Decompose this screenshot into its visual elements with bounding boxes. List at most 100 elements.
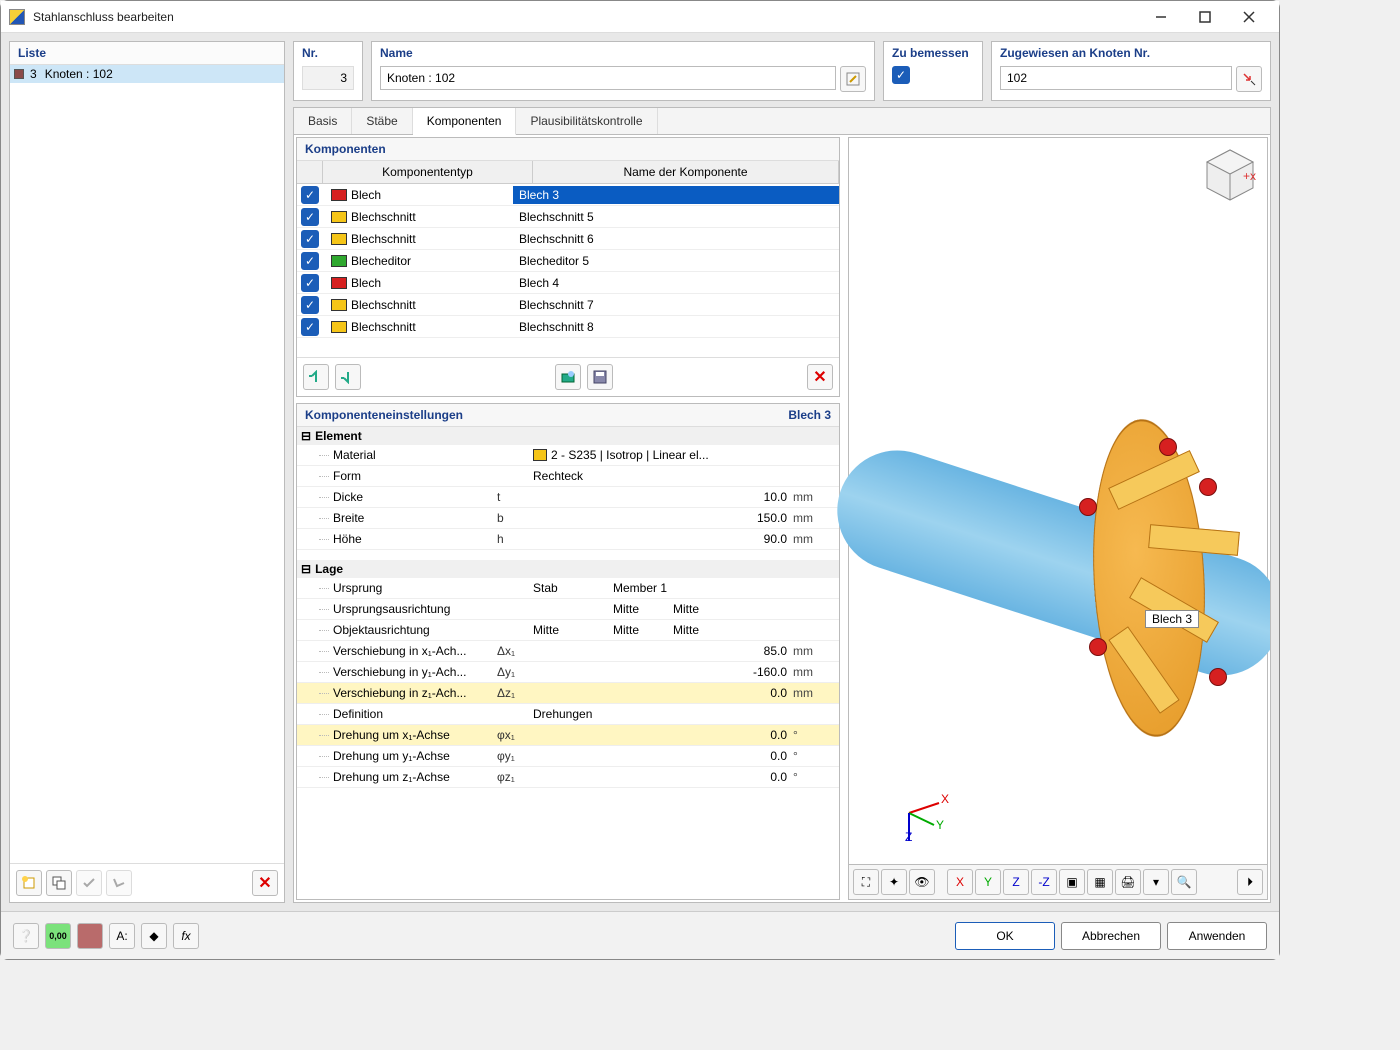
vp-view-x-button[interactable]: X: [947, 869, 973, 895]
bemessen-label: Zu bemessen: [892, 46, 969, 60]
delete-component-button[interactable]: ✕: [807, 364, 833, 390]
nr-label: Nr.: [302, 46, 354, 60]
color-button[interactable]: [77, 923, 103, 949]
vp-iso-button[interactable]: ▣: [1059, 869, 1085, 895]
form-value[interactable]: Rechteck: [531, 469, 793, 483]
dicke-value[interactable]: 10.0: [531, 490, 793, 504]
table-row[interactable]: ✓BlechschnittBlechschnitt 7: [297, 294, 839, 316]
cancel-button[interactable]: Abbrechen: [1061, 922, 1161, 950]
save-preset-button[interactable]: [587, 364, 613, 390]
name-input[interactable]: [380, 66, 836, 90]
ok-button[interactable]: OK: [955, 922, 1055, 950]
komponenten-table[interactable]: ✓BlechBlech 3✓BlechschnittBlechschnitt 5…: [297, 184, 839, 357]
ry-value[interactable]: 0.0: [531, 749, 793, 763]
svg-text:X: X: [941, 792, 949, 806]
list-item-swatch: [14, 69, 24, 79]
row-type: Blech: [351, 188, 381, 202]
formula-button[interactable]: fx: [173, 923, 199, 949]
vp-view-negz-button[interactable]: -Z: [1031, 869, 1057, 895]
collapse-icon[interactable]: ⊟: [301, 562, 311, 576]
bemessen-checkbox[interactable]: ✓: [892, 66, 910, 84]
move-up-button[interactable]: [303, 364, 329, 390]
tab-komponenten[interactable]: Komponenten: [413, 108, 517, 135]
row-checkbox[interactable]: ✓: [301, 274, 319, 292]
row-color-swatch: [331, 277, 347, 289]
col-name: Name der Komponente: [533, 161, 839, 183]
check-all-button[interactable]: [76, 870, 102, 896]
vp-view-z-button[interactable]: Z: [1003, 869, 1029, 895]
row-checkbox[interactable]: ✓: [301, 318, 319, 336]
row-checkbox[interactable]: ✓: [301, 208, 319, 226]
font-button[interactable]: A:: [109, 923, 135, 949]
def-value[interactable]: Drehungen: [531, 707, 793, 721]
vx-value[interactable]: 85.0: [531, 644, 793, 658]
row-checkbox[interactable]: ✓: [301, 186, 319, 204]
assigned-input[interactable]: [1000, 66, 1232, 90]
copy-item-button[interactable]: [46, 870, 72, 896]
vp-wire-button[interactable]: ▦: [1087, 869, 1113, 895]
help-button[interactable]: ❔: [13, 923, 39, 949]
rz-value[interactable]: 0.0: [531, 770, 793, 784]
vp-print-button[interactable]: 🖨: [1115, 869, 1141, 895]
tab-basis[interactable]: Basis: [294, 108, 352, 134]
table-row[interactable]: ✓BlechBlech 3: [297, 184, 839, 206]
material-value[interactable]: 2 - S235 | Isotrop | Linear el...: [531, 448, 793, 462]
settings-body[interactable]: ⊟Element Material2 - S235 | Isotrop | Li…: [297, 427, 839, 899]
list-item[interactable]: 3 Knoten : 102: [10, 65, 284, 83]
vp-search-button[interactable]: 🔍: [1171, 869, 1197, 895]
navigation-cube[interactable]: +x: [1203, 148, 1257, 202]
pick-node-button[interactable]: [1236, 66, 1262, 92]
minimize-button[interactable]: [1139, 2, 1183, 32]
hohe-value[interactable]: 90.0: [531, 532, 793, 546]
vp-print-menu-button[interactable]: ▾: [1143, 869, 1169, 895]
tab-stabe[interactable]: Stäbe: [352, 108, 412, 134]
new-item-button[interactable]: [16, 870, 42, 896]
close-button[interactable]: [1227, 2, 1271, 32]
rx-value[interactable]: 0.0: [531, 728, 793, 742]
units-button[interactable]: 0,00: [45, 923, 71, 949]
table-row[interactable]: ✓BlechschnittBlechschnitt 6: [297, 228, 839, 250]
delete-item-button[interactable]: ✕: [252, 870, 278, 896]
vp-view-y-button[interactable]: Y: [975, 869, 1001, 895]
material-key: Material: [297, 448, 497, 462]
table-row[interactable]: ✓BlechBlech 4: [297, 272, 839, 294]
row-name: Blechschnitt 7: [513, 296, 839, 314]
layer-button[interactable]: ◆: [141, 923, 167, 949]
row-checkbox[interactable]: ✓: [301, 230, 319, 248]
row-checkbox[interactable]: ✓: [301, 252, 319, 270]
komponenten-header: Komponententyp Name der Komponente: [297, 161, 839, 184]
table-row[interactable]: ✓BlecheditorBlecheditor 5: [297, 250, 839, 272]
bemessen-card: Zu bemessen ✓: [883, 41, 983, 101]
vp-eye-button[interactable]: 👁: [909, 869, 935, 895]
edit-name-button[interactable]: [840, 66, 866, 92]
titlebar: Stahlanschluss bearbeiten: [1, 1, 1279, 33]
settings-title-right: Blech 3: [788, 408, 831, 422]
flange-plate: [1081, 401, 1217, 754]
tab-plausibilitaet[interactable]: Plausibilitätskontrolle: [516, 108, 657, 134]
vp-fit-button[interactable]: ⛶: [853, 869, 879, 895]
row-checkbox[interactable]: ✓: [301, 296, 319, 314]
row-name: Blechschnitt 8: [513, 318, 839, 336]
move-down-button[interactable]: [335, 364, 361, 390]
apply-button[interactable]: Anwenden: [1167, 922, 1267, 950]
uncheck-all-button[interactable]: [106, 870, 132, 896]
axis-triad: X Y Z: [889, 783, 949, 843]
row-color-swatch: [331, 255, 347, 267]
window-title: Stahlanschluss bearbeiten: [33, 10, 1139, 24]
list-body[interactable]: 3 Knoten : 102: [10, 65, 284, 863]
vp-expand-button[interactable]: ⏵: [1237, 869, 1263, 895]
vx-key: Verschiebung in x₁-Ach...: [297, 644, 497, 658]
3d-viewport[interactable]: +x Blech 3: [848, 137, 1268, 900]
vp-origin-button[interactable]: ✦: [881, 869, 907, 895]
vy-value[interactable]: -160.0: [531, 665, 793, 679]
row-type: Blecheditor: [351, 254, 411, 268]
row-name: Blechschnitt 5: [513, 208, 839, 226]
maximize-button[interactable]: [1183, 2, 1227, 32]
import-button[interactable]: [555, 364, 581, 390]
breite-value[interactable]: 150.0: [531, 511, 793, 525]
nr-value: 3: [302, 66, 354, 90]
table-row[interactable]: ✓BlechschnittBlechschnitt 5: [297, 206, 839, 228]
vz-value[interactable]: 0.0: [531, 686, 793, 700]
collapse-icon[interactable]: ⊟: [301, 429, 311, 443]
table-row[interactable]: ✓BlechschnittBlechschnitt 8: [297, 316, 839, 338]
